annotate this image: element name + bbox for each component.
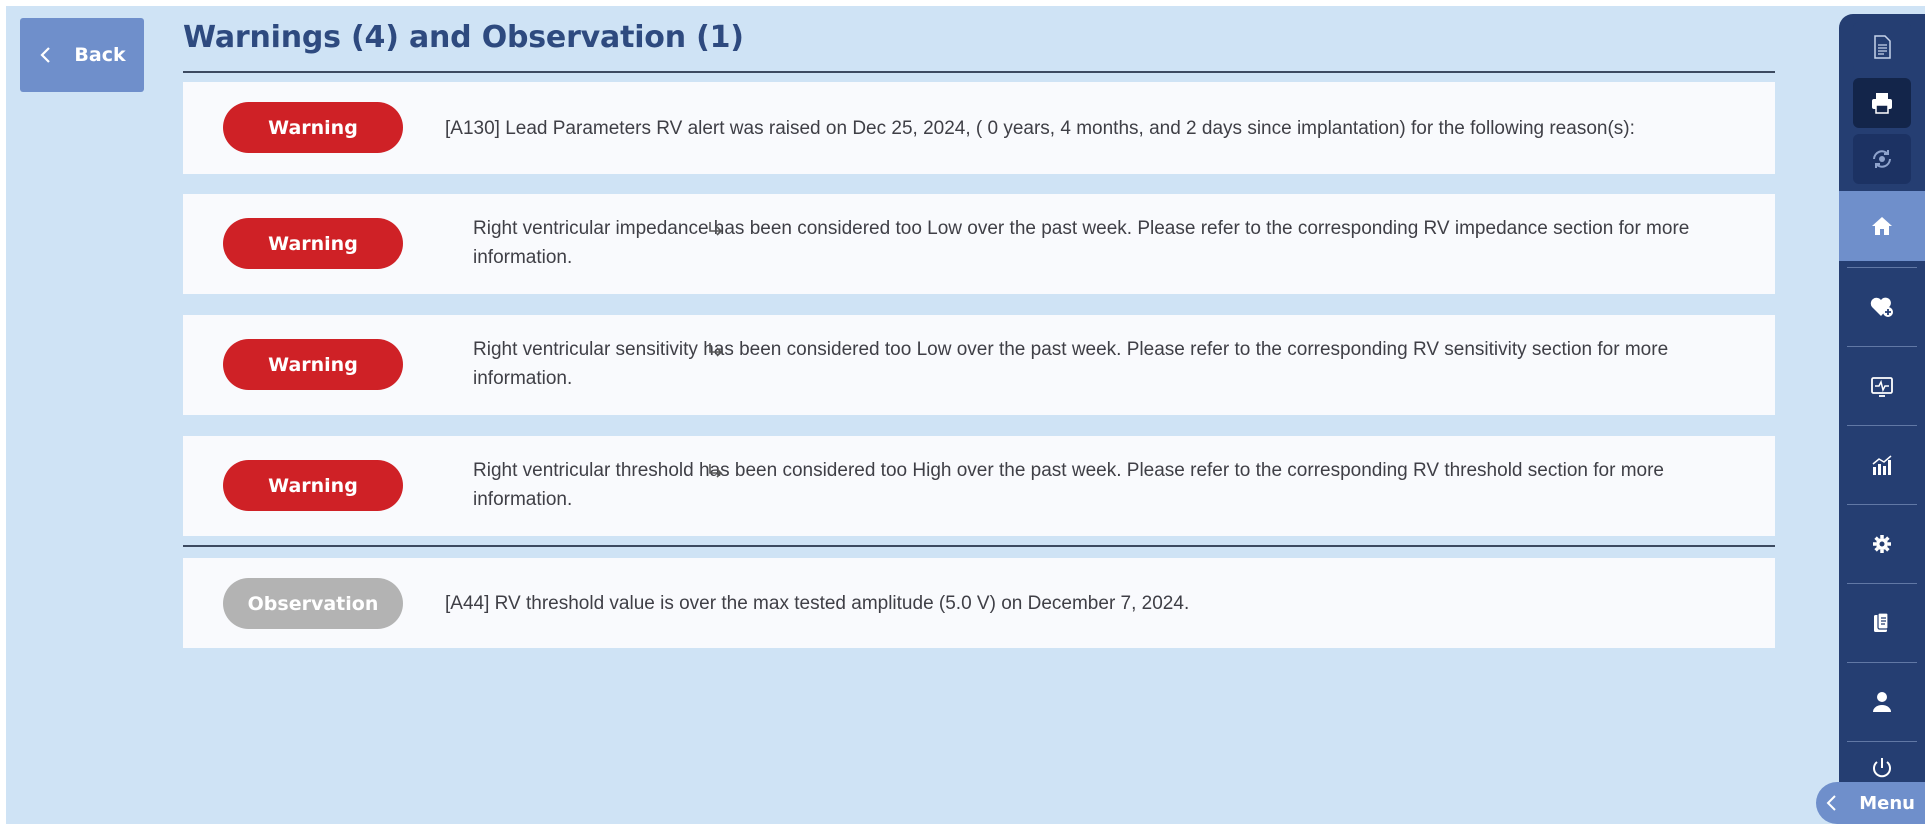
sidebar-item-heart[interactable] [1839,274,1925,340]
sidebar-item-reports[interactable] [1839,590,1925,656]
sidebar-separator [1847,583,1917,584]
sidebar-separator [1847,267,1917,268]
warning-text: [A130] Lead Parameters RV alert was rais… [445,118,1635,139]
warning-reason-text: Right ventricular impedance has been con… [473,218,1690,268]
warning-badge: Warning [223,102,403,153]
sidebar-separator [1847,504,1917,505]
user-icon [1873,692,1891,712]
section-divider [183,545,1775,547]
observation-text: [A44] RV threshold value is over the max… [445,593,1190,614]
back-button[interactable]: Back [20,18,144,92]
warning-reason-text: Right ventricular sensitivity has been c… [473,339,1669,389]
sync-icon [1873,150,1891,168]
sidebar-item-statistics[interactable] [1839,432,1925,498]
sidebar-separator [1847,346,1917,347]
warning-card: Warning Right ventricular threshold has … [183,436,1775,536]
warning-card: Warning Right ventricular impedance has … [183,194,1775,294]
observation-badge: Observation [223,578,403,629]
sub-arrow-icon [707,214,729,243]
sidebar-item-user[interactable] [1839,669,1925,735]
monitor-ecg-icon [1871,377,1893,397]
menu-toggle-label: Menu [1859,792,1915,814]
warning-reason-text: Right ventricular threshold has been con… [473,460,1664,510]
document-icon [1874,35,1891,59]
warning-badge: Warning [223,218,403,269]
sidebar-item-monitor[interactable] [1839,353,1925,419]
sidebar-item-home[interactable] [1839,191,1925,261]
printer-icon [1872,93,1892,114]
page-title: Warnings (4) and Observation (1) [183,20,744,55]
warning-badge: Warning [223,460,403,511]
clipboard-report-icon [1874,612,1889,632]
chevron-left-icon [1826,795,1836,811]
sidebar-item-settings[interactable] [1839,511,1925,577]
sub-arrow-icon [707,335,729,364]
sidebar-separator [1847,662,1917,663]
power-icon [1873,758,1891,778]
warning-card: Warning Right ventricular sensitivity ha… [183,315,1775,415]
warning-reason: Right ventricular impedance has been con… [445,214,1735,272]
back-button-label: Back [74,44,126,66]
title-divider [183,71,1775,73]
heart-plus-icon [1870,297,1893,317]
sidebar-menu [1839,14,1925,789]
observation-card: Observation [A44] RV threshold value is … [183,558,1775,648]
bar-chart-icon [1872,455,1892,475]
chevron-left-icon [40,47,51,63]
home-icon [1872,217,1892,235]
sidebar-item-document[interactable] [1853,22,1911,72]
menu-toggle-button[interactable]: Menu [1816,782,1925,824]
warning-reason: Right ventricular sensitivity has been c… [445,335,1735,393]
gear-icon [1873,535,1891,553]
warning-card: Warning [A130] Lead Parameters RV alert … [183,82,1775,174]
sub-arrow-icon [707,456,729,485]
sidebar-item-print[interactable] [1853,78,1911,128]
sidebar-separator [1847,425,1917,426]
sidebar-separator [1847,741,1917,742]
sidebar-item-sync[interactable] [1853,134,1911,184]
warning-reason: Right ventricular threshold has been con… [445,456,1735,514]
warning-badge: Warning [223,339,403,390]
